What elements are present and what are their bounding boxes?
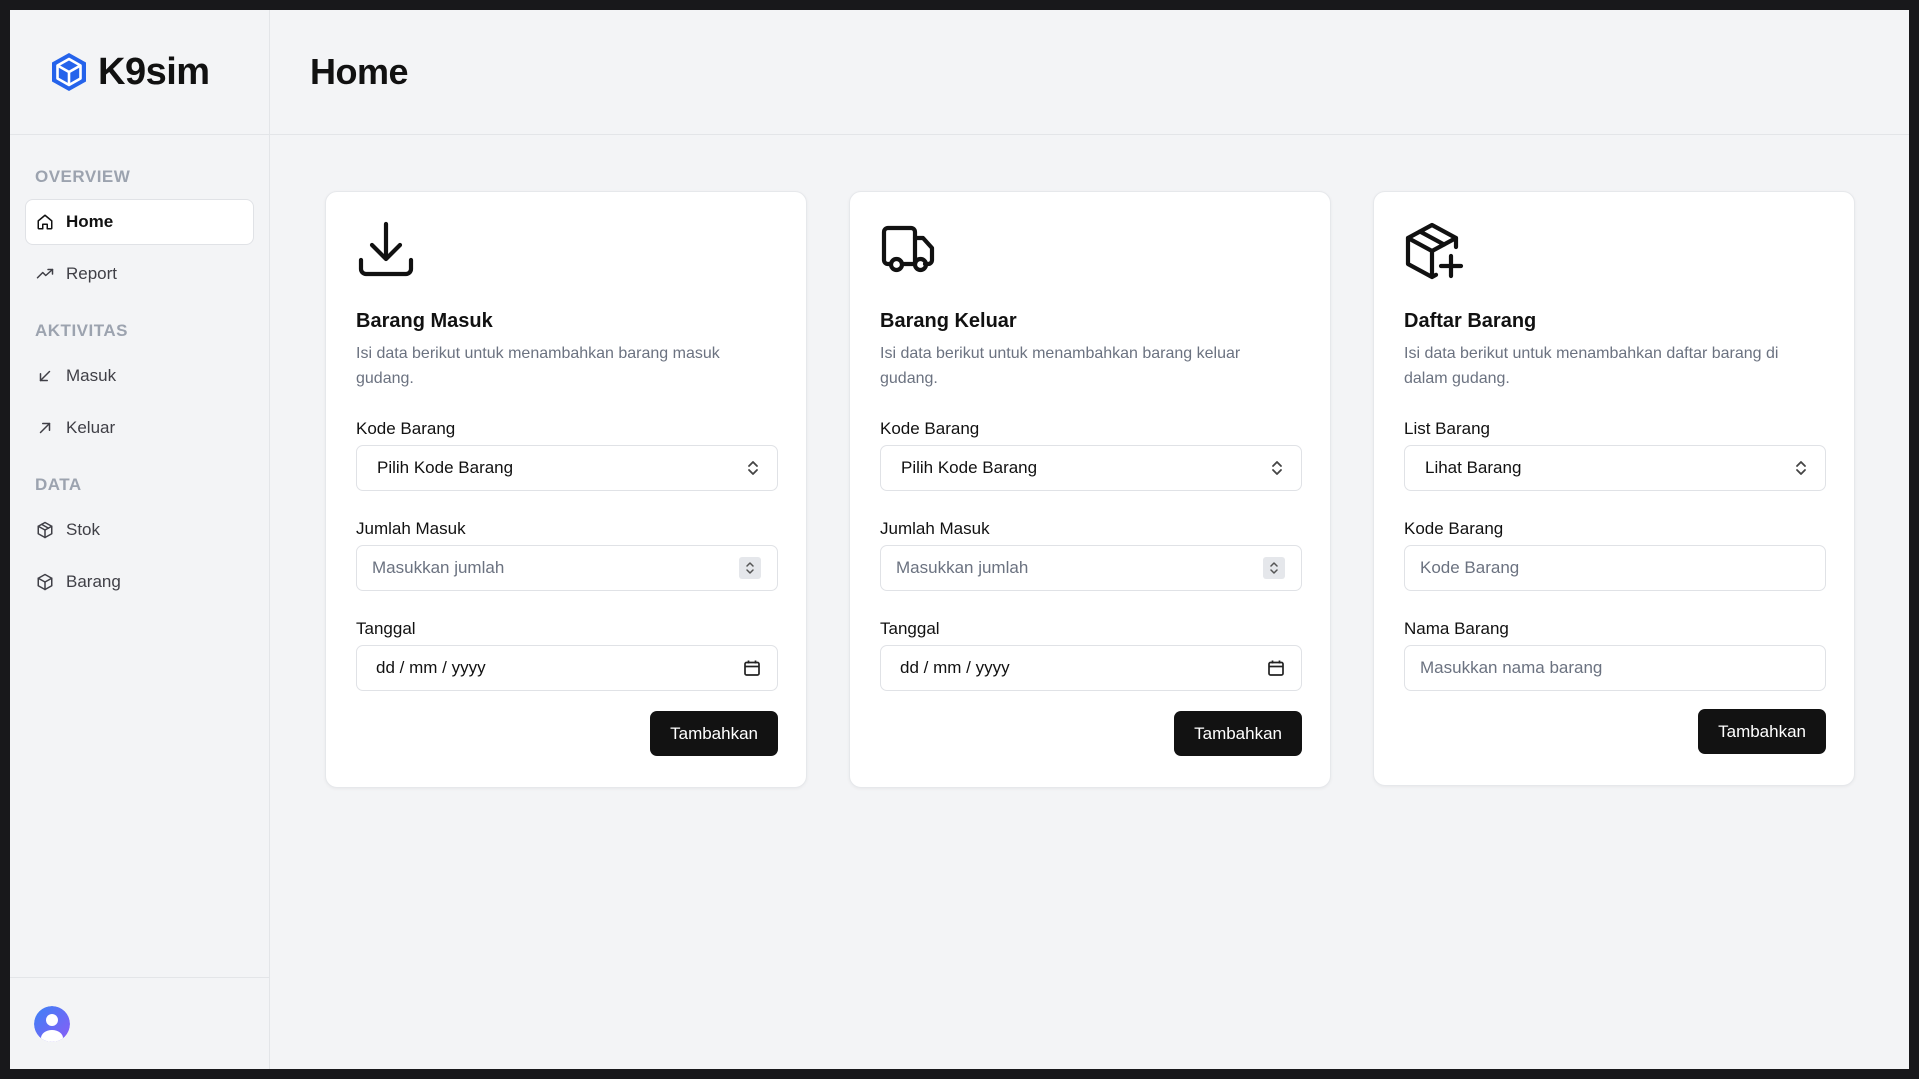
calendar-icon[interactable] [743, 659, 761, 677]
tanggal-date-input[interactable]: dd / mm / yyyy [880, 645, 1302, 691]
topbar: Home [270, 10, 1909, 135]
field-label-kode-barang: Kode Barang [356, 419, 456, 438]
list-barang-select[interactable]: Lihat Barang [1404, 445, 1826, 491]
package-plus-icon [1405, 222, 1464, 280]
chevrons-up-down-icon [1796, 461, 1806, 475]
brand: K9sim [10, 10, 269, 135]
kode-barang-select[interactable]: Pilih Kode Barang [880, 445, 1302, 491]
chevrons-up-down-icon [1272, 461, 1282, 475]
tambahkan-button[interactable]: Tambahkan [1698, 709, 1826, 754]
sidebar-item-keluar[interactable]: Keluar [25, 405, 254, 451]
jumlah-keluar-input[interactable]: Masukkan jumlah [880, 545, 1302, 591]
download-icon [358, 221, 414, 277]
card-title: Barang Masuk [356, 310, 493, 332]
number-stepper[interactable] [739, 557, 761, 579]
kode-barang-input[interactable]: Kode Barang [1404, 545, 1826, 591]
card-description: Isi data berikut untuk menambahkan dafta… [1404, 345, 1779, 387]
nama-barang-input[interactable]: Masukkan nama barang [1404, 645, 1826, 691]
card-description: Isi data berikut untuk menambahkan baran… [356, 345, 720, 387]
input-placeholder: Masukkan jumlah [372, 558, 505, 577]
card-daftar-barang: Daftar Barang Isi data berikut untuk men… [1373, 191, 1855, 786]
card-title: Barang Keluar [880, 310, 1017, 332]
user-avatar-icon[interactable] [34, 1005, 70, 1042]
sidebar-item-home[interactable]: Home [25, 199, 254, 245]
sidebar-item-label: Home [66, 212, 114, 231]
sidebar-item-label: Stok [66, 520, 101, 539]
sidebar-footer [10, 977, 269, 1069]
date-value: dd / mm / yyyy [900, 658, 1010, 677]
tambahkan-button[interactable]: Tambahkan [1174, 711, 1302, 756]
card-description: Isi data berikut untuk menambahkan baran… [880, 345, 1241, 387]
nav-section-overview: OVERVIEW [35, 167, 131, 186]
input-placeholder: Masukkan nama barang [1420, 658, 1603, 677]
package-icon [37, 521, 53, 539]
sidebar-item-report[interactable]: Report [25, 251, 254, 297]
input-placeholder: Masukkan jumlah [896, 558, 1029, 577]
card-title: Daftar Barang [1404, 310, 1537, 332]
card-actions: Tambahkan [880, 711, 1302, 756]
sidebar-item-label: Masuk [66, 366, 117, 385]
sidebar-item-label: Keluar [66, 418, 116, 437]
number-stepper[interactable] [1263, 557, 1285, 579]
calendar-icon[interactable] [1267, 659, 1285, 677]
main-content: Home Barang Masuk Isi data berikut untuk… [270, 10, 1909, 1069]
trending-up-icon [36, 268, 54, 279]
chevrons-up-down-icon [746, 562, 754, 574]
sidebar: K9sim OVERVIEW Home Report AKTIVITAS Mas… [10, 10, 270, 1069]
logo-icon [52, 53, 86, 91]
chevrons-up-down-icon [748, 461, 758, 475]
arrow-down-left-icon [39, 370, 51, 382]
home-icon [37, 214, 53, 230]
card-actions: Tambahkan [1404, 709, 1826, 754]
app-window: K9sim OVERVIEW Home Report AKTIVITAS Mas… [10, 10, 1909, 1069]
package-icon [37, 573, 53, 591]
arrow-up-right-icon [39, 422, 51, 434]
field-label-kode-barang: Kode Barang [880, 419, 980, 438]
page-title: Home [310, 51, 409, 92]
field-label-jumlah-masuk: Jumlah Masuk [356, 519, 466, 538]
card-actions: Tambahkan [356, 711, 778, 756]
tanggal-date-input[interactable]: dd / mm / yyyy [356, 645, 778, 691]
nav-section-aktivitas: AKTIVITAS [35, 321, 128, 340]
kode-barang-select[interactable]: Pilih Kode Barang [356, 445, 778, 491]
date-value: dd / mm / yyyy [376, 658, 486, 677]
card-grid: Barang Masuk Isi data berikut untuk mena… [270, 135, 1909, 788]
tambahkan-button[interactable]: Tambahkan [650, 711, 778, 756]
sidebar-item-label: Barang [66, 572, 121, 591]
truck-icon [881, 225, 935, 273]
chevrons-up-down-icon [1270, 562, 1278, 574]
sidebar-item-masuk[interactable]: Masuk [25, 353, 254, 399]
sidebar-item-stok[interactable]: Stok [25, 507, 254, 553]
field-label-jumlah-masuk: Jumlah Masuk [880, 519, 990, 538]
select-value: Pilih Kode Barang [377, 458, 514, 477]
card-barang-keluar: Barang Keluar Isi data berikut untuk men… [849, 191, 1331, 788]
field-label-tanggal: Tanggal [880, 619, 940, 638]
select-value: Lihat Barang [1425, 458, 1522, 477]
field-label-kode-barang: Kode Barang [1404, 519, 1504, 538]
jumlah-masuk-input[interactable]: Masukkan jumlah [356, 545, 778, 591]
sidebar-item-label: Report [66, 264, 118, 283]
card-barang-masuk: Barang Masuk Isi data berikut untuk mena… [325, 191, 807, 788]
select-value: Pilih Kode Barang [901, 458, 1038, 477]
field-label-list-barang: List Barang [1404, 419, 1490, 438]
nav-section-data: DATA [35, 475, 82, 494]
brand-name: K9sim [98, 50, 210, 93]
field-label-tanggal: Tanggal [356, 619, 416, 638]
input-placeholder: Kode Barang [1420, 558, 1520, 577]
sidebar-nav: OVERVIEW Home Report AKTIVITAS Masuk Kel… [10, 135, 269, 977]
sidebar-item-barang[interactable]: Barang [25, 559, 254, 605]
field-label-nama-barang: Nama Barang [1404, 619, 1509, 638]
